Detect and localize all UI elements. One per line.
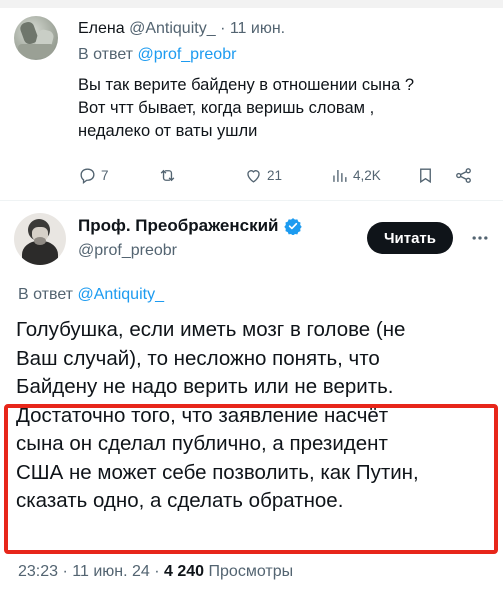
separator: ·	[62, 563, 68, 580]
share-button[interactable]	[454, 166, 473, 185]
like-button[interactable]: 21	[244, 166, 282, 185]
reply-header: Елена @Antiquity_ · 11 июн.	[78, 20, 285, 38]
author-handle[interactable]: @Antiquity_	[129, 20, 216, 37]
separator: ·	[220, 20, 226, 37]
tweet-text-line: Ваш случай), то несложно понять, что	[16, 346, 380, 370]
tweet-date[interactable]: 11 июн. 24	[72, 563, 150, 580]
views-label: Просмотры	[208, 563, 294, 580]
like-icon	[247, 170, 260, 183]
reply-icon	[80, 168, 95, 184]
reply-count: 7	[101, 168, 109, 183]
author-name[interactable]: Елена	[78, 20, 125, 37]
reply-button[interactable]: 7	[78, 166, 109, 185]
author-name[interactable]: Проф. Преображенский	[78, 216, 279, 236]
views-button[interactable]: 4,2K	[330, 166, 381, 185]
tweet-text-line: сына он сделал публично, а президент	[16, 432, 388, 455]
more-options-icon[interactable]	[470, 228, 490, 248]
tweet-meta: 23:23 · 11 июн. 24 · 4 240 Просмотры	[18, 563, 293, 581]
tweet-text-line: сказать одно, а сделать обратное.	[16, 489, 344, 512]
views-count: 4,2K	[353, 168, 381, 183]
follow-button[interactable]: Читать	[367, 222, 453, 254]
verified-badge-icon[interactable]	[283, 217, 302, 235]
tweet-text-line: США не может себе позволить, как Путин,	[16, 460, 419, 484]
author-handle[interactable]: @prof_preobr	[78, 242, 177, 260]
tweet-text-line: Достаточно того, что заявление насчёт	[16, 403, 389, 427]
avatar[interactable]	[14, 16, 58, 60]
mention-link[interactable]: @prof_preobr	[137, 46, 236, 63]
bookmark-icon	[420, 168, 431, 184]
bookmark-button[interactable]	[416, 166, 435, 185]
views-count: 4 240	[164, 563, 205, 580]
like-count: 21	[267, 168, 283, 183]
in-reply-label: В ответ	[18, 286, 74, 303]
in-reply-to: В ответ @prof_preobr	[78, 46, 236, 64]
tweet-time[interactable]: 23:23	[18, 563, 58, 580]
share-icon	[456, 168, 471, 183]
mention-link[interactable]: @Antiquity_	[77, 286, 164, 303]
tweet-text: Голубушка, если иметь мозг в голове (не …	[16, 316, 494, 516]
top-edge	[0, 0, 503, 8]
tweet-text: Вы так верите байдену в отношении сына ?…	[78, 74, 488, 143]
retweet-button[interactable]	[158, 166, 181, 185]
in-reply-label: В ответ	[78, 46, 134, 63]
divider	[0, 200, 503, 201]
retweet-icon	[160, 169, 175, 182]
tweet-actions: 7 21 4,2K	[78, 166, 488, 186]
separator: ·	[154, 563, 160, 580]
tweet-text-line: Вот чтт бывает, когда веришь словам ,	[78, 99, 375, 117]
author-name-row: Проф. Преображенский	[78, 216, 302, 236]
tweet-text-line: Голубушка, если иметь мозг в голове (не	[16, 318, 406, 341]
tweet-text-line: Вы так верите байдену в отношении сына ?	[78, 76, 415, 94]
tweet-text-line: недалеко от ваты ушли	[78, 122, 258, 140]
views-icon	[333, 169, 347, 182]
tweet-text-line: Байдену не надо верить или не верить.	[16, 375, 394, 398]
in-reply-to: В ответ @Antiquity_	[18, 286, 164, 304]
avatar[interactable]	[14, 213, 66, 265]
tweet-date[interactable]: 11 июн.	[230, 20, 285, 37]
